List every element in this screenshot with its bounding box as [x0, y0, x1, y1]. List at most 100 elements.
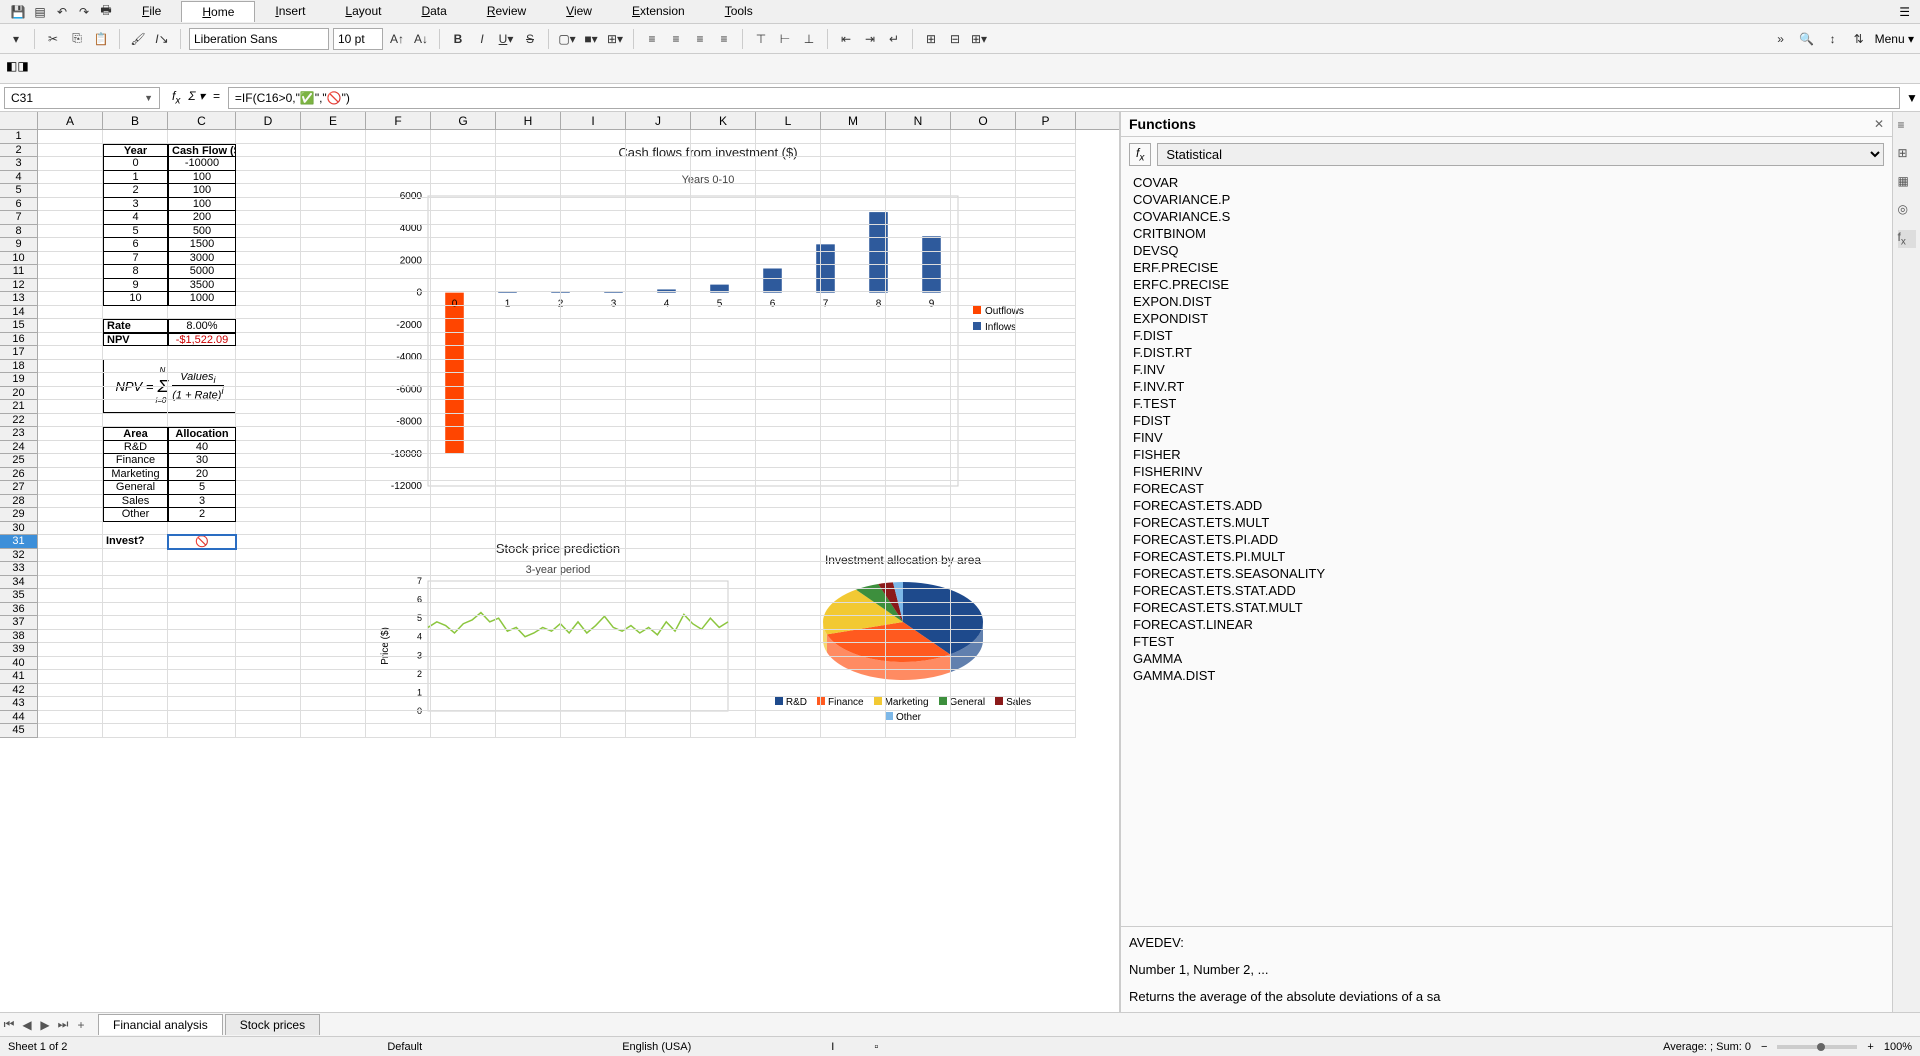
function-item[interactable]: EXPONDIST [1129, 310, 1884, 327]
function-item[interactable]: FDIST [1129, 412, 1884, 429]
sheet-tab[interactable]: Stock prices [225, 1014, 320, 1035]
gallery-icon[interactable]: ▦ [1898, 174, 1916, 192]
sum-icon[interactable]: Σ ▾ [188, 89, 205, 106]
cell-C12[interactable]: 3500 [168, 279, 236, 293]
cell-B23[interactable]: Area [103, 427, 168, 441]
cell-B28[interactable]: Sales [103, 495, 168, 509]
properties-icon[interactable]: ≡ [1898, 118, 1916, 136]
menu-insert[interactable]: Insert [255, 1, 325, 22]
styles-icon[interactable]: ⊞ [1898, 146, 1916, 164]
filter-icon[interactable]: ⇅ [1849, 29, 1869, 49]
grow-font-icon[interactable]: A↑ [387, 29, 407, 49]
col-header-A[interactable]: A [38, 112, 103, 129]
function-item[interactable]: FORECAST.ETS.STAT.MULT [1129, 599, 1884, 616]
font-name-input[interactable] [189, 28, 329, 50]
bold-icon[interactable]: B [448, 29, 468, 49]
row-header-22[interactable]: 22 [0, 414, 37, 428]
row-header-38[interactable]: 38 [0, 630, 37, 644]
function-item[interactable]: FTEST [1129, 633, 1884, 650]
zoom-slider[interactable] [1777, 1045, 1857, 1049]
wrap-icon[interactable]: ↵ [884, 29, 904, 49]
cell-B26[interactable]: Marketing [103, 468, 168, 482]
menu-review[interactable]: Review [467, 1, 546, 22]
function-item[interactable]: F.INV.RT [1129, 378, 1884, 395]
row-header-25[interactable]: 25 [0, 454, 37, 468]
cell-C2[interactable]: Cash Flow ($) [168, 144, 236, 158]
cell-B13[interactable]: 10 [103, 292, 168, 306]
col-header-L[interactable]: L [756, 112, 821, 129]
cell-B11[interactable]: 8 [103, 265, 168, 279]
navigator-icon[interactable]: ◎ [1898, 202, 1916, 220]
merge3-icon[interactable]: ⊞▾ [969, 29, 989, 49]
row-header-23[interactable]: 23 [0, 427, 37, 441]
function-item[interactable]: FORECAST.ETS.SEASONALITY [1129, 565, 1884, 582]
cut-icon[interactable]: ✂ [43, 29, 63, 49]
menu-layout[interactable]: Layout [325, 1, 401, 22]
new-icon[interactable]: ▾ [6, 29, 26, 49]
cell-C4[interactable]: 100 [168, 171, 236, 185]
row-header-18[interactable]: 18 [0, 360, 37, 374]
merge-icon[interactable]: ⊞ [921, 29, 941, 49]
function-item[interactable]: FORECAST [1129, 480, 1884, 497]
fx-icon[interactable]: fx [172, 89, 180, 106]
function-item[interactable]: FORECAST.ETS.ADD [1129, 497, 1884, 514]
category-select[interactable]: Statistical [1157, 143, 1884, 166]
row-header-11[interactable]: 11 [0, 265, 37, 279]
col-header-D[interactable]: D [236, 112, 301, 129]
menu-home[interactable]: Home [181, 1, 255, 22]
cell-C3[interactable]: -10000 [168, 157, 236, 171]
functions-list[interactable]: COVARCOVARIANCE.PCOVARIANCE.SCRITBINOMDE… [1121, 172, 1892, 926]
function-item[interactable]: COVAR [1129, 174, 1884, 191]
row-header-28[interactable]: 28 [0, 495, 37, 509]
row-header-15[interactable]: 15 [0, 319, 37, 333]
cell-B4[interactable]: 1 [103, 171, 168, 185]
equals-icon[interactable]: = [213, 89, 220, 106]
redo-icon[interactable]: ↷ [76, 4, 92, 20]
row-header-16[interactable]: 16 [0, 333, 37, 347]
cell-B16[interactable]: NPV [103, 333, 168, 347]
first-tab-icon[interactable]: ⏮ [0, 1017, 18, 1032]
row-header-9[interactable]: 9 [0, 238, 37, 252]
row-header-14[interactable]: 14 [0, 306, 37, 320]
function-item[interactable]: F.TEST [1129, 395, 1884, 412]
row-header-1[interactable]: 1 [0, 130, 37, 144]
select-all-corner[interactable] [0, 112, 38, 129]
function-item[interactable]: FORECAST.ETS.MULT [1129, 514, 1884, 531]
row-header-44[interactable]: 44 [0, 711, 37, 725]
row-header-10[interactable]: 10 [0, 252, 37, 266]
row-header-31[interactable]: 31 [0, 535, 37, 549]
align-left-icon[interactable]: ≡ [642, 29, 662, 49]
col-header-H[interactable]: H [496, 112, 561, 129]
cell-C5[interactable]: 100 [168, 184, 236, 198]
zoom-in-icon[interactable]: + [1867, 1041, 1873, 1053]
cell-B24[interactable]: R&D [103, 441, 168, 455]
col-header-N[interactable]: N [886, 112, 951, 129]
cells[interactable]: NPV = N Σ i=0 Valuesi (1 + Rate)i Cash f… [38, 130, 1119, 738]
row-header-42[interactable]: 42 [0, 684, 37, 698]
cell-C9[interactable]: 1500 [168, 238, 236, 252]
cell-B12[interactable]: 9 [103, 279, 168, 293]
col-header-K[interactable]: K [691, 112, 756, 129]
cell-B10[interactable]: 7 [103, 252, 168, 266]
col-header-J[interactable]: J [626, 112, 691, 129]
cell-C10[interactable]: 3000 [168, 252, 236, 266]
row-header-34[interactable]: 34 [0, 576, 37, 590]
function-item[interactable]: FORECAST.ETS.STAT.ADD [1129, 582, 1884, 599]
function-item[interactable]: FISHER [1129, 446, 1884, 463]
sheet-tab[interactable]: Financial analysis [98, 1014, 223, 1035]
col-header-M[interactable]: M [821, 112, 886, 129]
font-size-input[interactable] [333, 28, 383, 50]
indent-right-icon[interactable]: ⇥ [860, 29, 880, 49]
menu-view[interactable]: View [546, 1, 612, 22]
valign-top-icon[interactable]: ⊤ [751, 29, 771, 49]
undo-icon[interactable]: ↶ [54, 4, 70, 20]
row-header-26[interactable]: 26 [0, 468, 37, 482]
copy-icon[interactable]: ⎘ [67, 29, 87, 49]
cell-B25[interactable]: Finance [103, 454, 168, 468]
last-tab-icon[interactable]: ⏭ [54, 1017, 72, 1032]
row-header-33[interactable]: 33 [0, 562, 37, 576]
align-justify-icon[interactable]: ≡ [714, 29, 734, 49]
function-item[interactable]: DEVSQ [1129, 242, 1884, 259]
cell-C16[interactable]: -$1,522.09 [168, 333, 236, 347]
save-icon[interactable]: 💾 [10, 4, 26, 20]
